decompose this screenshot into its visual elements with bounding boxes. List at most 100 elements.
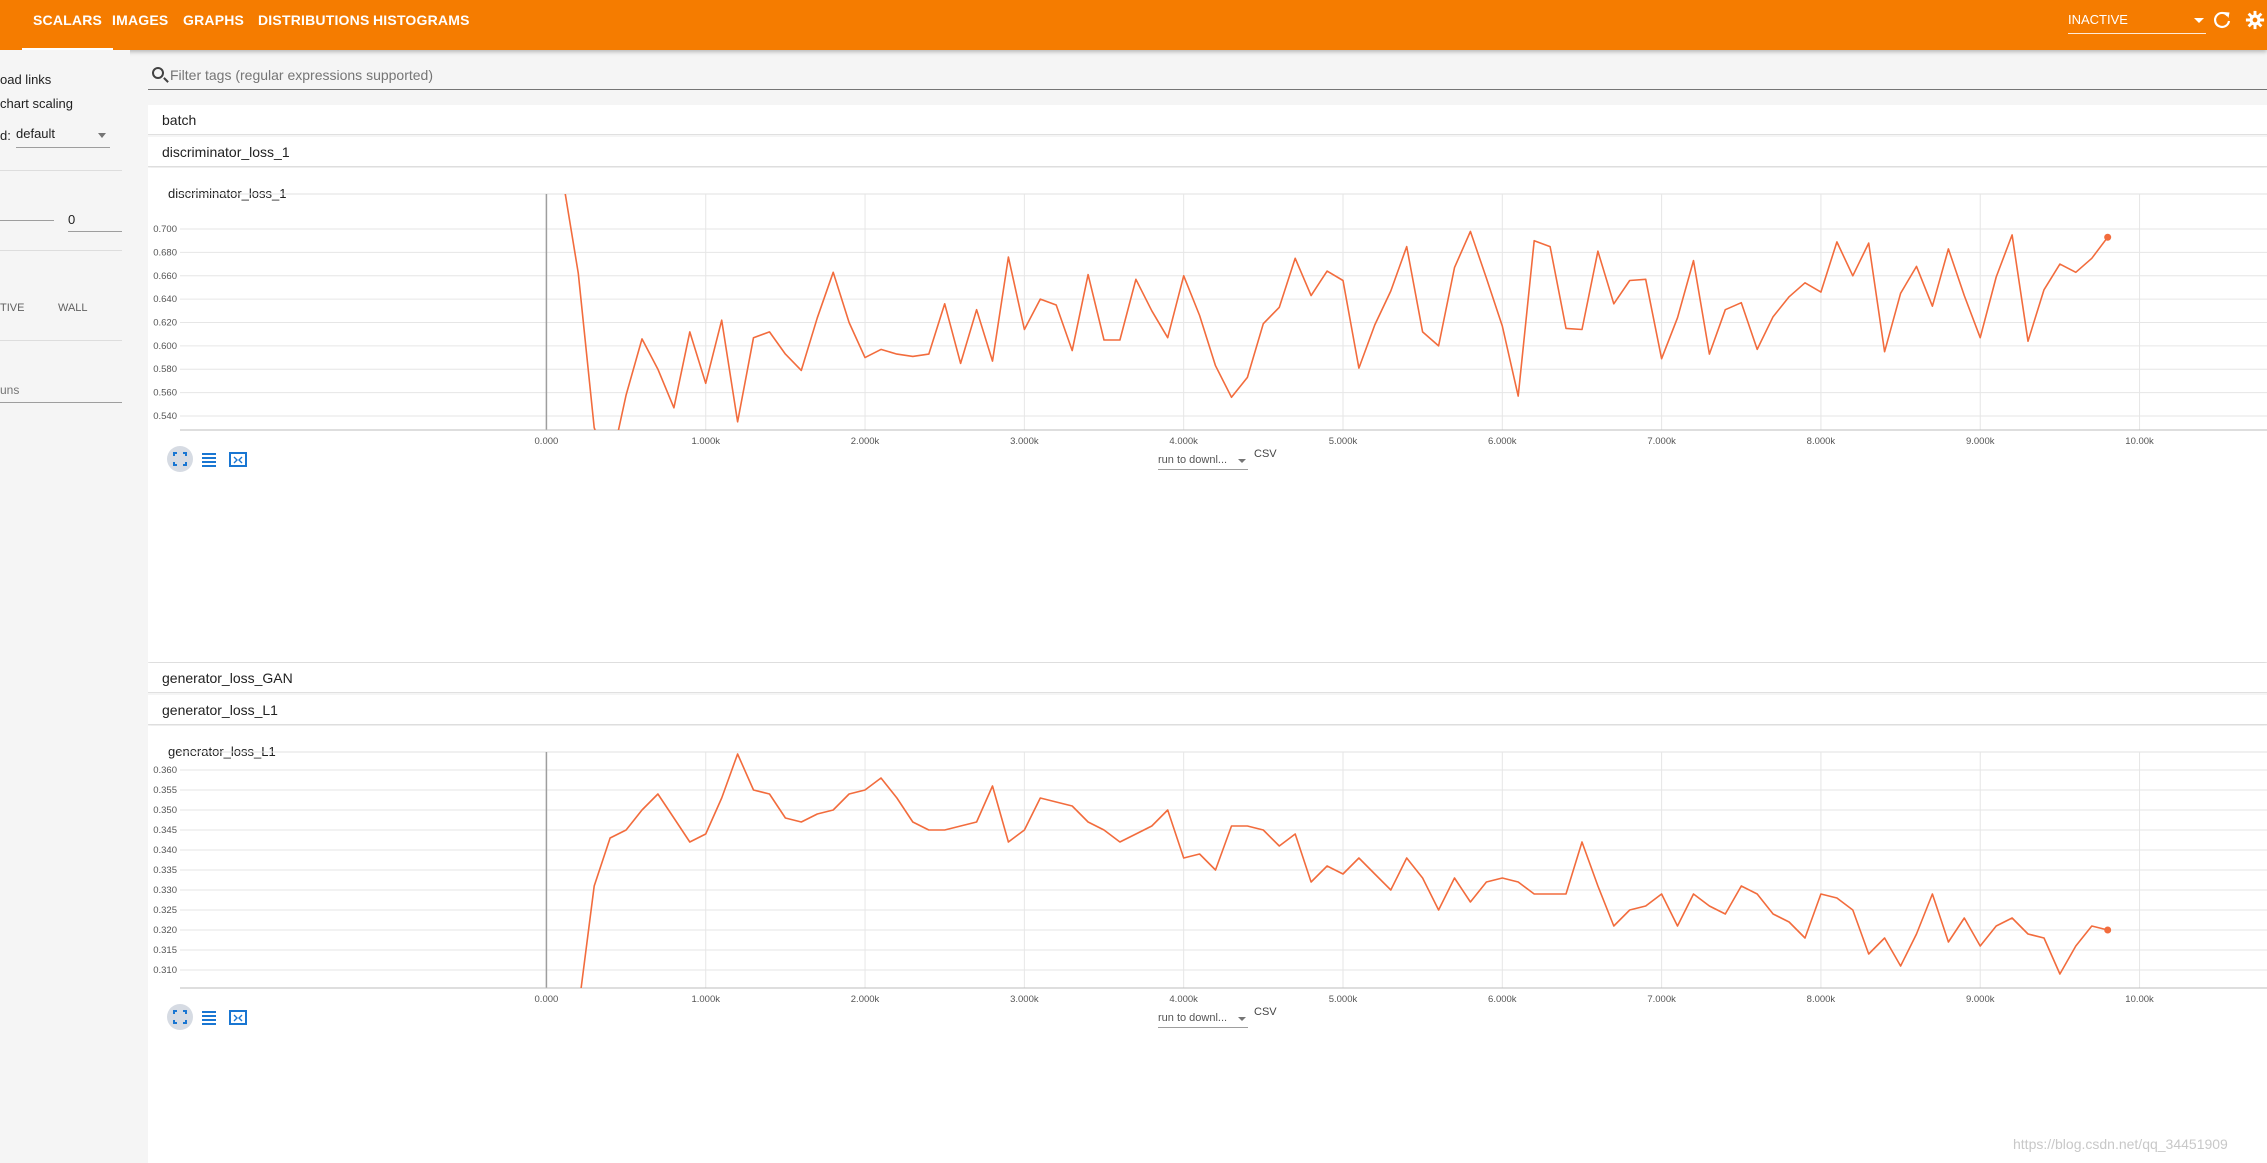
y-tick-label: 0.640	[153, 294, 177, 305]
x-tick-label: 2.000k	[851, 994, 880, 1005]
chart-generator-loss-l1[interactable]: 0.310 0.315 0.320 0.325 0.330 0.335 0.340 0.345…	[148, 726, 2267, 1126]
fit-domain-button[interactable]	[167, 1004, 193, 1030]
x-tick-label: 5.000k	[1329, 436, 1358, 447]
y-tick-label: 0.350	[153, 805, 177, 816]
divider	[0, 170, 122, 171]
y-tick-label: 0.355	[153, 785, 177, 796]
divider	[0, 340, 122, 341]
refresh-icon[interactable]	[2212, 9, 2232, 31]
csv-download-link[interactable]: CSV	[1254, 1006, 1277, 1018]
y-tick-label: 0.700	[153, 224, 177, 235]
y-tick-label: 0.360	[153, 765, 177, 776]
chevron-down-icon	[1238, 1017, 1246, 1021]
x-tick-label: 8.000k	[1807, 994, 1836, 1005]
x-tick-label: 9.000k	[1966, 994, 1995, 1005]
watermark: https://blog.csdn.net/qq_34451909	[2013, 1136, 2228, 1152]
x-tick-label: 1.000k	[691, 436, 720, 447]
plugin-status-value: INACTIVE	[2068, 12, 2128, 27]
list-icon	[202, 453, 216, 467]
divider	[0, 250, 122, 251]
y-tick-label: 0.580	[153, 364, 177, 375]
x-tick-label: 6.000k	[1488, 994, 1517, 1005]
expand-icon	[229, 452, 247, 467]
csv-download-link[interactable]: CSV	[1254, 448, 1277, 460]
y-tick-label: 0.315	[153, 945, 177, 956]
y-tick-label: 0.540	[153, 411, 177, 422]
y-tick-label: 0.345	[153, 825, 177, 836]
smoothing-slider[interactable]	[0, 220, 54, 221]
category-label: generator_loss_GAN	[162, 670, 293, 686]
expand-icon	[229, 1010, 247, 1025]
x-tick-label: 10.00k	[2125, 994, 2154, 1005]
last-point-marker	[2104, 926, 2112, 934]
y-tick-label: 0.620	[153, 318, 177, 329]
ignore-outliers-toggle[interactable]: chart scaling	[0, 96, 73, 111]
last-point-marker	[2104, 233, 2112, 241]
y-tick-label: 0.320	[153, 925, 177, 936]
download-run-value: run to downl...	[1158, 454, 1228, 466]
category-label: batch	[162, 112, 197, 128]
chevron-down-icon	[2194, 18, 2204, 23]
x-tick-label: 1.000k	[691, 994, 720, 1005]
category-batch[interactable]: batch	[148, 105, 2267, 135]
x-tick-label: 10.00k	[2125, 436, 2154, 447]
y-tick-label: 0.660	[153, 271, 177, 282]
smoothing-input[interactable]: 0	[68, 212, 122, 232]
show-data-download-links-toggle[interactable]: oad links	[0, 72, 51, 87]
chevron-down-icon	[1238, 459, 1246, 463]
y-tick-label: 0.680	[153, 247, 177, 258]
y-tick-label: 0.335	[153, 865, 177, 876]
x-tick-label: 3.000k	[1010, 436, 1039, 447]
tab-scalars[interactable]: SCALARS	[21, 0, 114, 50]
x-tick-label: 6.000k	[1488, 436, 1517, 447]
x-tick-label: 7.000k	[1647, 436, 1676, 447]
x-tick-label: 7.000k	[1647, 994, 1676, 1005]
chart-card-discriminator-loss-1: discriminator_loss_1 0.540 0.560 0.580 0.60…	[148, 168, 2267, 662]
x-tick-label: 4.000k	[1169, 994, 1198, 1005]
x-tick-label: 0.000	[535, 994, 559, 1005]
top-app-bar: SCALARS IMAGES GRAPHS DISTRIBUTIONS HIST…	[0, 0, 2267, 50]
expand-chart-button[interactable]	[225, 1004, 251, 1030]
chevron-down-icon	[98, 133, 106, 138]
x-tick-label: 9.000k	[1966, 436, 1995, 447]
runs-filter-input[interactable]: uns	[0, 383, 122, 403]
category-discriminator-loss-1[interactable]: discriminator_loss_1	[148, 137, 2267, 167]
tab-distributions[interactable]: DISTRIBUTIONS	[258, 0, 370, 50]
chart-discriminator-loss-1[interactable]: 0.540 0.560 0.580 0.600 0.620 0.640 0.660 0.680…	[148, 168, 2267, 568]
plugin-status-dropdown[interactable]: INACTIVE	[2068, 8, 2206, 34]
download-run-value: run to downl...	[1158, 1012, 1228, 1024]
tooltip-sorting-label: d:	[0, 128, 11, 143]
download-run-select[interactable]: run to downl...	[1158, 452, 1248, 470]
toggle-log-scale-button[interactable]	[196, 446, 222, 472]
toggle-log-scale-button[interactable]	[196, 1004, 222, 1030]
download-run-select[interactable]: run to downl...	[1158, 1010, 1248, 1028]
tab-graphs[interactable]: GRAPHS	[183, 0, 244, 50]
tab-histograms[interactable]: HISTOGRAMS	[373, 0, 470, 50]
horizontal-axis-relative[interactable]: TIVE	[0, 302, 24, 314]
y-tick-label: 0.600	[153, 341, 177, 352]
gear-icon[interactable]	[2245, 9, 2265, 31]
y-tick-label: 0.340	[153, 845, 177, 856]
category-generator-loss-gan[interactable]: generator_loss_GAN	[148, 663, 2267, 693]
horizontal-axis-wall[interactable]: WALL	[58, 302, 88, 314]
tooltip-sorting-dropdown[interactable]: default	[16, 126, 110, 148]
category-label: generator_loss_L1	[162, 702, 278, 718]
fullscreen-icon	[173, 1010, 187, 1024]
tag-filter	[148, 62, 2267, 90]
main-content: batch discriminator_loss_1 discriminator…	[148, 50, 2267, 1163]
y-tick-label: 0.560	[153, 388, 177, 399]
category-generator-loss-l1[interactable]: generator_loss_L1	[148, 695, 2267, 725]
x-tick-label: 3.000k	[1010, 994, 1039, 1005]
fullscreen-icon	[173, 452, 187, 466]
tag-filter-input[interactable]	[170, 65, 1670, 85]
y-tick-label: 0.310	[153, 965, 177, 976]
tab-images[interactable]: IMAGES	[112, 0, 168, 50]
category-label: discriminator_loss_1	[162, 144, 290, 160]
list-icon	[202, 1011, 216, 1025]
chart-card-generator-loss-l1: generator_loss_L1 0.310 0.315 0.320 0.325 0.…	[148, 726, 2267, 1163]
fit-domain-button[interactable]	[167, 446, 193, 472]
x-tick-label: 0.000	[535, 436, 559, 447]
tooltip-sorting-value: default	[16, 126, 56, 141]
x-tick-label: 5.000k	[1329, 994, 1358, 1005]
expand-chart-button[interactable]	[225, 446, 251, 472]
